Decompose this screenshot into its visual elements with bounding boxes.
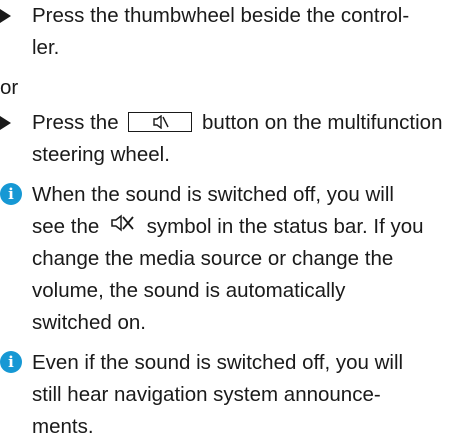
step-2-text-before: Press the [32, 111, 119, 134]
triangle-bullet-icon [0, 116, 11, 130]
info-1-line-4: volume, the sound is automatically [32, 279, 346, 302]
info-1-line-2: see the symbol in the status bar. If you [32, 211, 458, 244]
info-1-text-before: see the [32, 215, 100, 238]
or-separator: or [0, 76, 19, 99]
info-icon: i [0, 351, 22, 373]
step-2-line-2: steering wheel. [32, 143, 170, 166]
info-1-line-5: switched on. [32, 311, 146, 334]
info-2-line-2: still hear navigation system announce- [32, 383, 381, 406]
info-2-line-3: ments. [32, 415, 94, 438]
sound-off-icon [111, 210, 135, 242]
step-2-line-1: Press the button on the multifunction [32, 107, 442, 139]
triangle-bullet-icon [0, 9, 11, 23]
step-2-text-after: button on the multifunction [202, 111, 443, 134]
info-2-line-1: Even if the sound is switched off, you w… [32, 351, 404, 374]
step-1-line-1: Press the thumbwheel beside the control- [32, 4, 410, 27]
mute-button-icon [128, 111, 193, 132]
info-1-line-3: change the media source or change the [32, 247, 394, 270]
info-1-line-1: When the sound is switched off, you will [32, 183, 394, 206]
step-1-line-2: ler. [32, 36, 60, 59]
info-icon: i [0, 183, 22, 205]
info-1-text-after: symbol in the status bar. If you [146, 215, 424, 238]
